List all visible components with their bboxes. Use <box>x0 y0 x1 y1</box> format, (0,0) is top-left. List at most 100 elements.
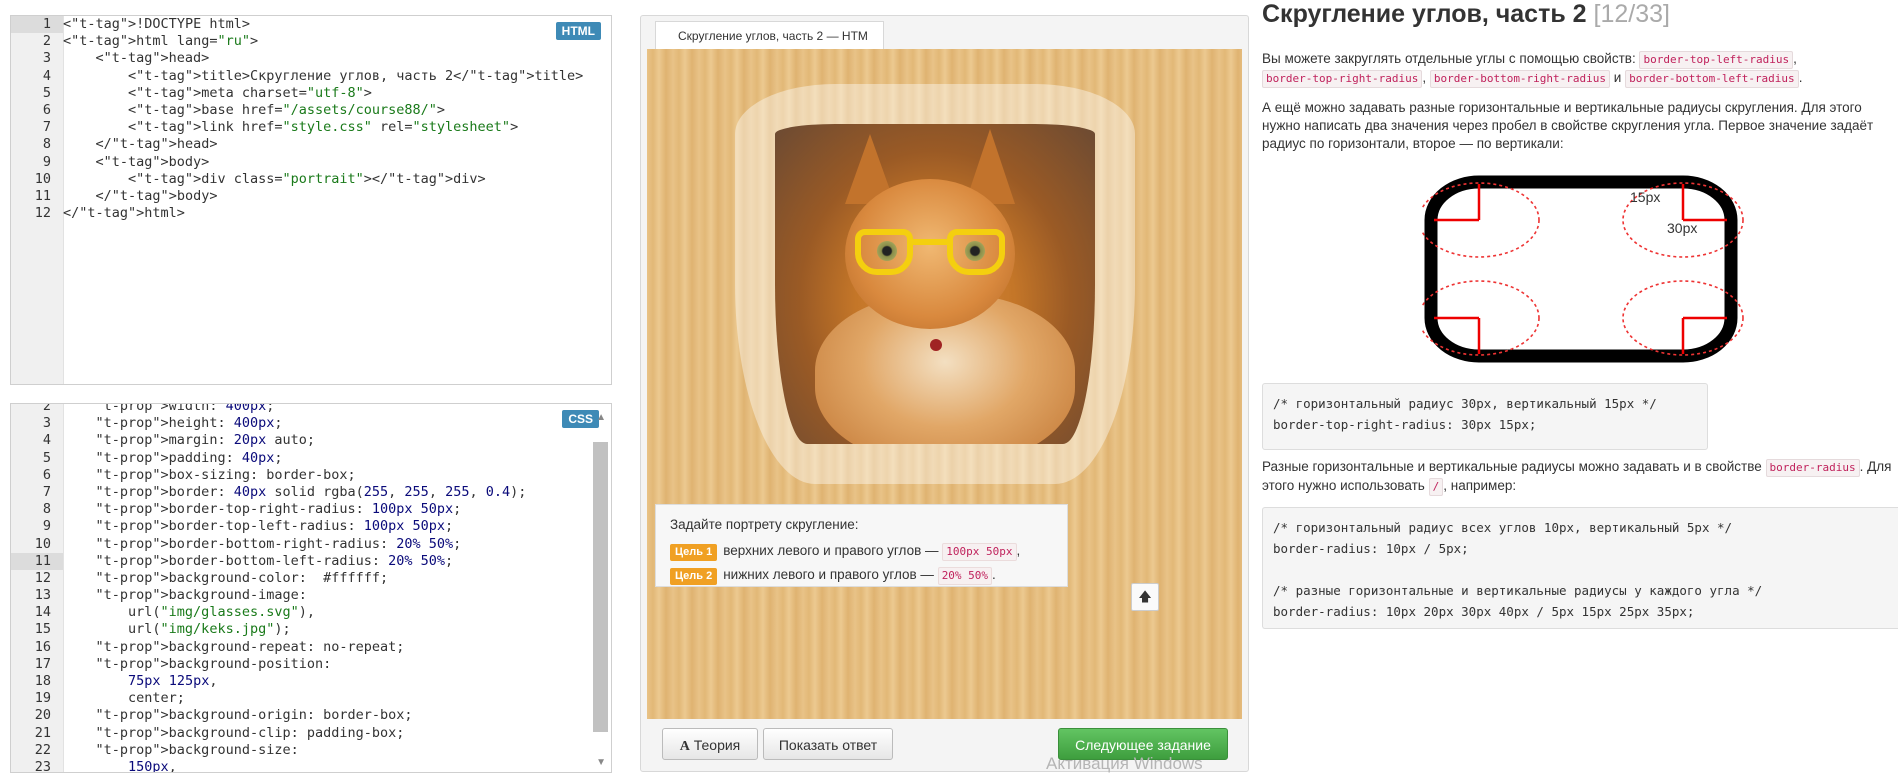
line-number: 6 <box>42 466 51 483</box>
code-text[interactable]: "t-prop">border: 40px solid rgba(255, 25… <box>63 484 527 500</box>
code-text[interactable]: 150px, <box>63 759 177 772</box>
code-text[interactable]: "t-prop">background-clip: padding-box; <box>63 725 405 741</box>
code-line[interactable]: 11 </"t-tag">body> <box>11 188 611 205</box>
code-text[interactable]: "t-prop">padding: 40px; <box>63 450 283 466</box>
preview-tab[interactable]: Скругление углов, часть 2 — HTM <box>655 21 884 49</box>
code-text[interactable]: "t-prop">height: 400px; <box>63 415 283 431</box>
code-text[interactable]: "t-prop">border-bottom-left-radius: 20% … <box>63 553 454 569</box>
code-line[interactable]: 4 "t-prop">margin: 20px auto; <box>11 432 611 449</box>
code-line[interactable]: 6 <"t-tag">base href="/assets/course88/"… <box>11 102 611 119</box>
line-number: 17 <box>34 655 51 672</box>
code-line[interactable]: 14 url("img/glasses.svg"), <box>11 604 611 621</box>
scroll-down-icon[interactable]: ▼ <box>596 757 606 768</box>
code-line[interactable]: 10 "t-prop">border-bottom-right-radius: … <box>11 536 611 553</box>
code-text[interactable]: <"t-tag">!DOCTYPE html> <box>63 16 250 32</box>
code-line: border-radius: 10px / 5px; <box>1273 541 1469 556</box>
line-number: 21 <box>34 724 51 741</box>
code-line[interactable]: 13 "t-prop">background-image: <box>11 587 611 604</box>
line-number: 4 <box>42 432 51 449</box>
code-text[interactable]: "t-prop">background-position: <box>63 656 332 672</box>
css-code[interactable]: 2 "t-prop">width: 400px; 3 "t-prop">heigh… <box>11 404 611 773</box>
code-text[interactable]: <"t-tag">html lang="ru"> <box>63 33 258 49</box>
code-text[interactable]: 75px 125px, <box>63 673 217 689</box>
code-line[interactable]: 1 <"t-tag">!DOCTYPE html> <box>11 16 611 34</box>
code-text[interactable]: </"t-tag">body> <box>63 188 218 204</box>
code-text[interactable]: "t-prop">width: 400px; <box>63 404 275 414</box>
code-text[interactable]: "t-prop">border-top-left-radius: 100px 5… <box>63 518 454 534</box>
code-text[interactable]: url("img/glasses.svg"), <box>63 604 315 620</box>
code-line[interactable]: 16 "t-prop">background-repeat: no-repeat… <box>11 639 611 656</box>
code-line[interactable]: 5 "t-prop">padding: 40px; <box>11 450 611 467</box>
line-number: 15 <box>34 621 51 638</box>
code-text[interactable]: </"t-tag">head> <box>63 136 218 152</box>
code-line[interactable]: 18 75px 125px, <box>11 673 611 690</box>
code-text[interactable]: <"t-tag">body> <box>63 154 210 170</box>
code-line[interactable]: 10 <"t-tag">div class="portrait"></"t-ta… <box>11 171 611 188</box>
code-line[interactable]: 12 </"t-tag">html> <box>11 205 611 222</box>
code-line[interactable]: 22 "t-prop">background-size: <box>11 742 611 759</box>
line-number: 19 <box>34 690 51 707</box>
code-line[interactable]: 20 "t-prop">background-origin: border-bo… <box>11 707 611 724</box>
code-line[interactable]: 5 <"t-tag">meta charset="utf-8"> <box>11 85 611 102</box>
line-number: 16 <box>34 638 51 655</box>
code-line[interactable]: 3 "t-prop">height: 400px; <box>11 415 611 432</box>
css-scrollbar[interactable] <box>593 442 608 732</box>
code-text[interactable]: "t-prop">background-image: <box>63 587 307 603</box>
css-badge: CSS <box>562 410 599 428</box>
line-number: 18 <box>34 673 51 689</box>
show-answer-button[interactable]: Показать ответ <box>763 728 893 760</box>
code-text[interactable]: "t-prop">background-size: <box>63 742 299 758</box>
code-line[interactable]: 15 url("img/keks.jpg"); <box>11 621 611 638</box>
code-text[interactable]: "t-prop">box-sizing: border-box; <box>63 467 356 483</box>
code-text[interactable]: "t-prop">background-repeat: no-repeat; <box>63 639 405 655</box>
code-text[interactable]: <"t-tag">div class="portrait"></"t-tag">… <box>63 171 486 187</box>
code-line[interactable]: 7 <"t-tag">link href="style.css" rel="st… <box>11 119 611 136</box>
html-editor[interactable]: 1 <"t-tag">!DOCTYPE html> 2 <"t-tag">html l… <box>10 15 612 385</box>
html-code[interactable]: 1 <"t-tag">!DOCTYPE html> 2 <"t-tag">html l… <box>11 16 611 222</box>
css-editor[interactable]: 2 "t-prop">width: 400px; 3 "t-prop">heigh… <box>10 403 612 773</box>
code-line[interactable]: 7 "t-prop">border: 40px solid rgba(255, … <box>11 484 611 501</box>
code-line[interactable]: 9 "t-prop">border-top-left-radius: 100px… <box>11 518 611 535</box>
code-text[interactable]: "t-prop">border-top-right-radius: 100px … <box>63 501 462 517</box>
code-line[interactable]: 21 "t-prop">background-clip: padding-box… <box>11 725 611 742</box>
code-line[interactable]: 11 "t-prop">border-bottom-left-radius: 2… <box>11 552 611 570</box>
code-line[interactable]: 23 150px, <box>11 758 611 773</box>
goal-row: Цель 1 верхних левого и правого углов — 1… <box>670 541 1053 561</box>
code-text[interactable]: <"t-tag">head> <box>63 50 210 66</box>
diagram-label-horizontal: 30px <box>1667 220 1697 236</box>
scroll-up-icon[interactable]: ▲ <box>596 412 606 423</box>
code-text[interactable]: "t-prop">background-origin: border-box; <box>63 707 413 723</box>
code-line[interactable]: 9 <"t-tag">body> <box>11 154 611 171</box>
code-text[interactable]: </"t-tag">html> <box>63 205 185 221</box>
task-counter: [12/33] <box>1593 0 1670 28</box>
code-text[interactable]: <"t-tag">meta charset="utf-8"> <box>63 85 372 101</box>
code-line[interactable]: 19 center; <box>11 690 611 707</box>
code-line[interactable]: 8 "t-prop">border-top-right-radius: 100p… <box>11 501 611 518</box>
code-text[interactable]: url("img/keks.jpg"); <box>63 621 291 637</box>
windows-activation-watermark: Активация Windows <box>1046 754 1203 773</box>
line-number: 12 <box>34 205 51 222</box>
line-number: 9 <box>42 153 51 170</box>
code-line[interactable]: 8 </"t-tag">head> <box>11 136 611 153</box>
line-number: 10 <box>34 535 51 552</box>
theory-button[interactable]: A Теория <box>662 728 758 760</box>
code-line[interactable]: 12 "t-prop">background-color: #ffffff; <box>11 570 611 587</box>
code-text[interactable]: <"t-tag">link href="style.css" rel="styl… <box>63 119 518 135</box>
scroll-to-top-button[interactable]: 🡅 <box>1131 583 1159 611</box>
code-text[interactable]: "t-prop">border-bottom-right-radius: 20%… <box>63 536 462 552</box>
preview-frame: Задайте портрету скругление: Цель 1 верхн… <box>647 49 1242 719</box>
code-text[interactable]: center; <box>63 690 185 706</box>
code-text[interactable]: <"t-tag">title>Скругление углов, часть 2… <box>63 68 583 84</box>
goal-badge: Цель 1 <box>670 544 718 561</box>
code-line[interactable]: 4 <"t-tag">title>Скругление углов, часть… <box>11 68 611 85</box>
code-text[interactable]: "t-prop">margin: 20px auto; <box>63 432 315 448</box>
code-line[interactable]: 17 "t-prop">background-position: <box>11 656 611 673</box>
code-line[interactable]: 6 "t-prop">box-sizing: border-box; <box>11 467 611 484</box>
code-text[interactable]: "t-prop">background-color: #ffffff; <box>63 570 389 586</box>
code-line[interactable]: 3 <"t-tag">head> <box>11 50 611 67</box>
code-line[interactable]: 2 <"t-tag">html lang="ru"> <box>11 33 611 50</box>
code-line[interactable]: 2 "t-prop">width: 400px; <box>11 404 611 415</box>
goal-code: 100px 50px <box>942 543 1017 561</box>
line-number: 23 <box>34 758 51 773</box>
code-text[interactable]: <"t-tag">base href="/assets/course88/"> <box>63 102 445 118</box>
